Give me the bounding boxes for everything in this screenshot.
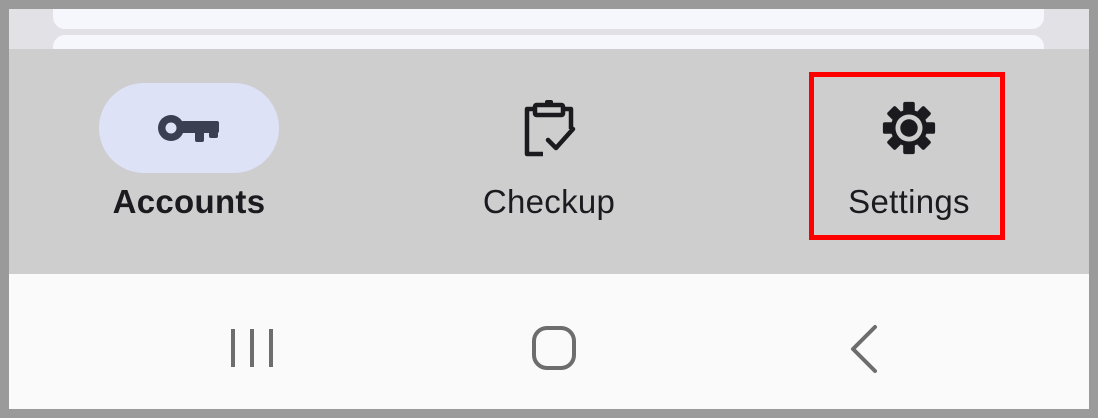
- nav-item-accounts[interactable]: Accounts: [9, 49, 369, 274]
- recents-button[interactable]: [222, 318, 282, 378]
- back-icon: [851, 325, 877, 373]
- nav-label-checkup: Checkup: [482, 183, 616, 220]
- back-button[interactable]: [829, 318, 889, 378]
- nav-item-checkup[interactable]: Checkup: [369, 49, 729, 274]
- clipboard-check-icon: [524, 100, 576, 157]
- icon-container: [819, 83, 999, 173]
- active-indicator-pill: [99, 83, 279, 173]
- nav-label-accounts: Accounts: [112, 183, 266, 220]
- home-icon: [532, 326, 576, 370]
- app-screen: Accounts Checkup Settings: [9, 9, 1089, 409]
- nav-item-settings[interactable]: Settings: [729, 49, 1089, 274]
- system-navigation-bar: [9, 274, 1089, 409]
- icon-container: [459, 83, 639, 173]
- recents-icon: [231, 329, 273, 367]
- list-item[interactable]: [53, 9, 1044, 29]
- content-list: [9, 9, 1089, 65]
- key-icon: [158, 115, 219, 142]
- gear-icon: [882, 101, 936, 155]
- home-button[interactable]: [524, 318, 584, 378]
- bottom-navigation-bar: Accounts Checkup Settings: [9, 49, 1089, 274]
- nav-label-settings: Settings: [848, 183, 970, 220]
